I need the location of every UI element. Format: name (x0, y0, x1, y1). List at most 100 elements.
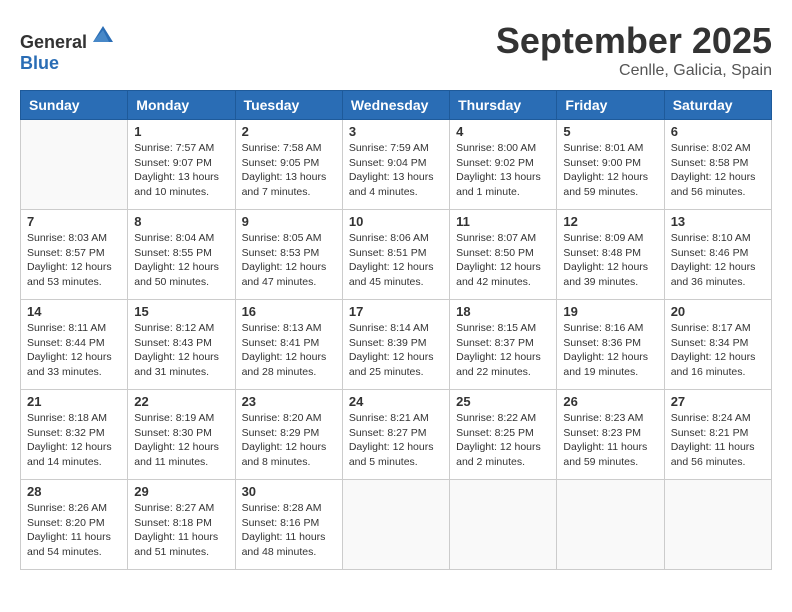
logo-blue-text: Blue (20, 53, 59, 73)
calendar-cell: 2Sunrise: 7:58 AM Sunset: 9:05 PM Daylig… (235, 120, 342, 210)
day-number: 20 (671, 304, 765, 319)
day-info: Sunrise: 8:00 AM Sunset: 9:02 PM Dayligh… (456, 141, 550, 200)
calendar-cell (450, 480, 557, 570)
day-info: Sunrise: 7:59 AM Sunset: 9:04 PM Dayligh… (349, 141, 443, 200)
calendar-cell: 30Sunrise: 8:28 AM Sunset: 8:16 PM Dayli… (235, 480, 342, 570)
day-number: 8 (134, 214, 228, 229)
day-number: 21 (27, 394, 121, 409)
calendar-cell: 27 Sunrise: 8:24 AM Sunset: 8:21 PM Dayli… (664, 390, 771, 480)
day-number: 17 (349, 304, 443, 319)
day-number: 19 (563, 304, 657, 319)
day-info: Sunrise: 8:09 AM Sunset: 8:48 PM Dayligh… (563, 231, 657, 290)
day-number: 13 (671, 214, 765, 229)
calendar-week-row: 1 Sunrise: 7:57 AM Sunset: 9:07 PM Daylig… (21, 120, 772, 210)
month-title: September 2025 (496, 20, 772, 62)
calendar-cell: 12 Sunrise: 8:09 AM Sunset: 8:48 PM Dayli… (557, 210, 664, 300)
day-info: Sunrise: 8:13 AM Sunset: 8:41 PM Dayligh… (242, 321, 336, 380)
calendar-cell: 22Sunrise: 8:19 AM Sunset: 8:30 PM Dayli… (128, 390, 235, 480)
calendar-cell: 17 Sunrise: 8:14 AM Sunset: 8:39 PM Dayli… (342, 300, 449, 390)
day-info: Sunrise: 8:06 AM Sunset: 8:51 PM Dayligh… (349, 231, 443, 290)
day-info: Sunrise: 8:11 AM Sunset: 8:44 PM Dayligh… (27, 321, 121, 380)
day-info: Sunrise: 8:24 AM Sunset: 8:21 PM Dayligh… (671, 411, 765, 470)
day-number: 14 (27, 304, 121, 319)
day-info: Sunrise: 7:57 AM Sunset: 9:07 PM Dayligh… (134, 141, 228, 200)
header: General Blue September 2025 Cenlle, Gali… (20, 20, 772, 80)
day-info: Sunrise: 8:19 AM Sunset: 8:30 PM Dayligh… (134, 411, 228, 470)
day-number: 4 (456, 124, 550, 139)
title-area: September 2025 Cenlle, Galicia, Spain (496, 20, 772, 80)
calendar-cell: 26 Sunrise: 8:23 AM Sunset: 8:23 PM Dayli… (557, 390, 664, 480)
day-info: Sunrise: 8:16 AM Sunset: 8:36 PM Dayligh… (563, 321, 657, 380)
calendar-header-sunday: Sunday (21, 91, 128, 120)
day-info: Sunrise: 8:10 AM Sunset: 8:46 PM Dayligh… (671, 231, 765, 290)
day-info: Sunrise: 8:07 AM Sunset: 8:50 PM Dayligh… (456, 231, 550, 290)
day-info: Sunrise: 8:12 AM Sunset: 8:43 PM Dayligh… (134, 321, 228, 380)
calendar-cell (664, 480, 771, 570)
calendar-cell: 5Sunrise: 8:01 AM Sunset: 9:00 PM Daylig… (557, 120, 664, 210)
day-number: 12 (563, 214, 657, 229)
calendar-week-row: 14 Sunrise: 8:11 AM Sunset: 8:44 PM Dayli… (21, 300, 772, 390)
calendar-cell (342, 480, 449, 570)
day-info: Sunrise: 8:15 AM Sunset: 8:37 PM Dayligh… (456, 321, 550, 380)
calendar-header-tuesday: Tuesday (235, 91, 342, 120)
calendar-header-saturday: Saturday (664, 91, 771, 120)
calendar-cell: 8 Sunrise: 8:04 AM Sunset: 8:55 PM Daylig… (128, 210, 235, 300)
day-number: 27 (671, 394, 765, 409)
day-number: 25 (456, 394, 550, 409)
calendar-cell: 14 Sunrise: 8:11 AM Sunset: 8:44 PM Dayli… (21, 300, 128, 390)
day-number: 23 (242, 394, 336, 409)
day-number: 30 (242, 484, 336, 499)
day-number: 7 (27, 214, 121, 229)
day-number: 15 (134, 304, 228, 319)
day-number: 3 (349, 124, 443, 139)
calendar-table: SundayMondayTuesdayWednesdayThursdayFrid… (20, 90, 772, 570)
calendar-cell (21, 120, 128, 210)
logo-general-text: General (20, 32, 87, 52)
day-number: 18 (456, 304, 550, 319)
calendar-cell: 25 Sunrise: 8:22 AM Sunset: 8:25 PM Dayli… (450, 390, 557, 480)
calendar-header-thursday: Thursday (450, 91, 557, 120)
day-info: Sunrise: 8:04 AM Sunset: 8:55 PM Dayligh… (134, 231, 228, 290)
day-number: 26 (563, 394, 657, 409)
calendar-cell: 11Sunrise: 8:07 AM Sunset: 8:50 PM Dayli… (450, 210, 557, 300)
calendar-week-row: 21 Sunrise: 8:18 AM Sunset: 8:32 PM Dayli… (21, 390, 772, 480)
calendar-cell: 28 Sunrise: 8:26 AM Sunset: 8:20 PM Dayli… (21, 480, 128, 570)
calendar-cell (557, 480, 664, 570)
calendar-header-monday: Monday (128, 91, 235, 120)
day-number: 28 (27, 484, 121, 499)
calendar-cell: 21 Sunrise: 8:18 AM Sunset: 8:32 PM Dayli… (21, 390, 128, 480)
day-info: Sunrise: 8:27 AM Sunset: 8:18 PM Dayligh… (134, 501, 228, 560)
day-number: 1 (134, 124, 228, 139)
calendar-cell: 18 Sunrise: 8:15 AM Sunset: 8:37 PM Dayli… (450, 300, 557, 390)
day-info: Sunrise: 8:18 AM Sunset: 8:32 PM Dayligh… (27, 411, 121, 470)
calendar-header-wednesday: Wednesday (342, 91, 449, 120)
day-info: Sunrise: 8:14 AM Sunset: 8:39 PM Dayligh… (349, 321, 443, 380)
day-number: 16 (242, 304, 336, 319)
day-info: Sunrise: 8:26 AM Sunset: 8:20 PM Dayligh… (27, 501, 121, 560)
day-info: Sunrise: 8:01 AM Sunset: 9:00 PM Dayligh… (563, 141, 657, 200)
day-number: 10 (349, 214, 443, 229)
calendar-header-friday: Friday (557, 91, 664, 120)
calendar-cell: 20 Sunrise: 8:17 AM Sunset: 8:34 PM Dayli… (664, 300, 771, 390)
day-info: Sunrise: 8:17 AM Sunset: 8:34 PM Dayligh… (671, 321, 765, 380)
calendar-cell: 9 Sunrise: 8:05 AM Sunset: 8:53 PM Daylig… (235, 210, 342, 300)
day-number: 9 (242, 214, 336, 229)
calendar-cell: 19 Sunrise: 8:16 AM Sunset: 8:36 PM Dayli… (557, 300, 664, 390)
calendar-cell: 6Sunrise: 8:02 AM Sunset: 8:58 PM Daylig… (664, 120, 771, 210)
calendar-cell: 4 Sunrise: 8:00 AM Sunset: 9:02 PM Daylig… (450, 120, 557, 210)
day-info: Sunrise: 8:23 AM Sunset: 8:23 PM Dayligh… (563, 411, 657, 470)
logo: General Blue (20, 20, 117, 74)
calendar-header-row: SundayMondayTuesdayWednesdayThursdayFrid… (21, 91, 772, 120)
calendar-cell: 29Sunrise: 8:27 AM Sunset: 8:18 PM Dayli… (128, 480, 235, 570)
day-number: 6 (671, 124, 765, 139)
calendar-cell: 23Sunrise: 8:20 AM Sunset: 8:29 PM Dayli… (235, 390, 342, 480)
calendar-cell: 1 Sunrise: 7:57 AM Sunset: 9:07 PM Daylig… (128, 120, 235, 210)
calendar-cell: 13 Sunrise: 8:10 AM Sunset: 8:46 PM Dayli… (664, 210, 771, 300)
day-info: Sunrise: 8:03 AM Sunset: 8:57 PM Dayligh… (27, 231, 121, 290)
day-number: 2 (242, 124, 336, 139)
calendar-cell: 15 Sunrise: 8:12 AM Sunset: 8:43 PM Dayli… (128, 300, 235, 390)
logo-icon (89, 20, 117, 48)
day-info: Sunrise: 8:05 AM Sunset: 8:53 PM Dayligh… (242, 231, 336, 290)
day-info: Sunrise: 8:22 AM Sunset: 8:25 PM Dayligh… (456, 411, 550, 470)
calendar-cell: 24Sunrise: 8:21 AM Sunset: 8:27 PM Dayli… (342, 390, 449, 480)
